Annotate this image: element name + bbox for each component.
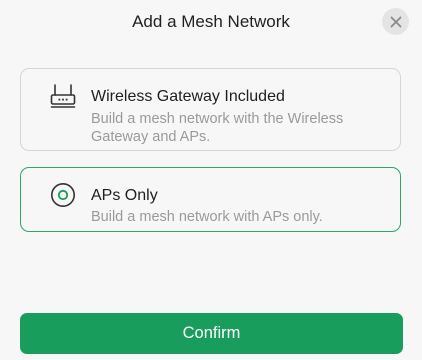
option-wireless-gateway-included[interactable]: Wireless Gateway Included Build a mesh n… [20,68,401,151]
option-aps-only[interactable]: APs Only Build a mesh network with APs o… [20,167,401,232]
option-description: Build a mesh network with APs only. [91,209,323,225]
router-icon [50,83,76,109]
dialog-title: Add a Mesh Network [132,12,290,31]
close-button[interactable] [382,8,409,35]
option-title: APs Only [91,187,158,204]
close-icon [390,16,401,27]
add-mesh-network-dialog: Add a Mesh Network Wireless Gateway Incl… [0,0,422,360]
access-point-icon [50,182,76,208]
confirm-button[interactable]: Confirm [20,313,403,354]
option-title: Wireless Gateway Included [91,88,285,105]
option-description: Build a mesh network with the Wireless G… [91,111,344,145]
